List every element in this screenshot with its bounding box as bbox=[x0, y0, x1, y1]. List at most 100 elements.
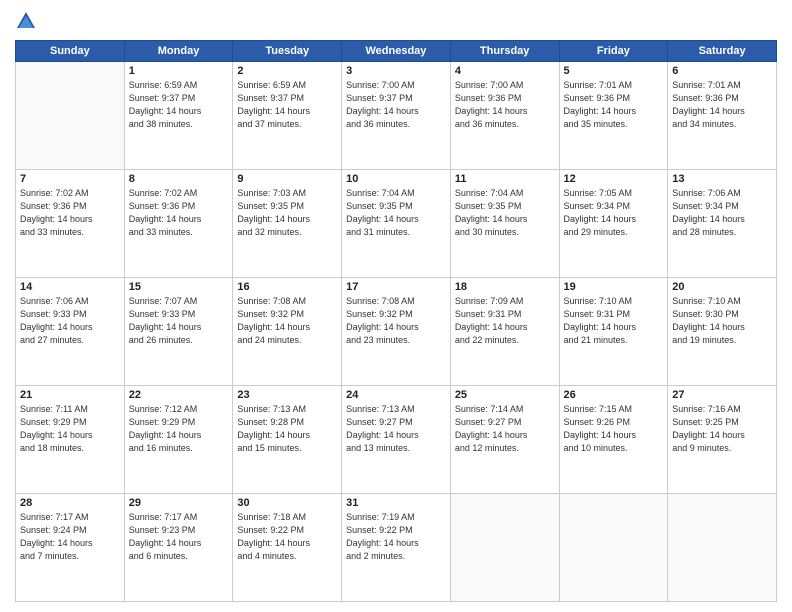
day-info: Sunrise: 7:02 AM Sunset: 9:36 PM Dayligh… bbox=[20, 187, 120, 239]
logo bbox=[15, 10, 39, 32]
day-info: Sunrise: 7:02 AM Sunset: 9:36 PM Dayligh… bbox=[129, 187, 229, 239]
day-info: Sunrise: 7:15 AM Sunset: 9:26 PM Dayligh… bbox=[564, 403, 664, 455]
day-number: 5 bbox=[564, 65, 664, 77]
week-row-1: 1Sunrise: 6:59 AM Sunset: 9:37 PM Daylig… bbox=[16, 62, 777, 170]
day-info: Sunrise: 7:06 AM Sunset: 9:33 PM Dayligh… bbox=[20, 295, 120, 347]
day-info: Sunrise: 7:18 AM Sunset: 9:22 PM Dayligh… bbox=[237, 511, 337, 563]
calendar-cell: 21 Sunrise: 7:11 AM Sunset: 9:29 PM Dayli… bbox=[16, 386, 125, 494]
week-row-3: 14 Sunrise: 7:06 AM Sunset: 9:33 PM Dayli… bbox=[16, 278, 777, 386]
calendar-cell: 8 Sunrise: 7:02 AM Sunset: 9:36 PM Daylig… bbox=[124, 170, 233, 278]
day-number: 4 bbox=[455, 65, 555, 77]
day-info: Sunrise: 7:04 AM Sunset: 9:35 PM Dayligh… bbox=[455, 187, 555, 239]
day-number: 26 bbox=[564, 389, 664, 401]
calendar-cell: 4 Sunrise: 7:00 AM Sunset: 9:36 PM Daylig… bbox=[450, 62, 559, 170]
calendar-cell: 18 Sunrise: 7:09 AM Sunset: 9:31 PM Dayli… bbox=[450, 278, 559, 386]
day-number: 27 bbox=[672, 389, 772, 401]
day-number: 6 bbox=[672, 65, 772, 77]
calendar-cell: 12 Sunrise: 7:05 AM Sunset: 9:34 PM Dayli… bbox=[559, 170, 668, 278]
calendar-cell: 17Sunrise: 7:08 AM Sunset: 9:32 PM Dayli… bbox=[342, 278, 451, 386]
header bbox=[15, 10, 777, 32]
day-number: 10 bbox=[346, 173, 446, 185]
day-info: Sunrise: 7:07 AM Sunset: 9:33 PM Dayligh… bbox=[129, 295, 229, 347]
calendar-cell: 19 Sunrise: 7:10 AM Sunset: 9:31 PM Dayli… bbox=[559, 278, 668, 386]
calendar-cell: 16 Sunrise: 7:08 AM Sunset: 9:32 PM Dayli… bbox=[233, 278, 342, 386]
calendar-cell bbox=[559, 494, 668, 602]
day-info: Sunrise: 7:13 AM Sunset: 9:28 PM Dayligh… bbox=[237, 403, 337, 455]
calendar-cell bbox=[668, 494, 777, 602]
day-info: Sunrise: 7:08 AM Sunset: 9:32 PM Dayligh… bbox=[346, 295, 446, 347]
day-header-monday: Monday bbox=[124, 41, 233, 62]
calendar-cell: 13 Sunrise: 7:06 AM Sunset: 9:34 PM Dayli… bbox=[668, 170, 777, 278]
day-info: Sunrise: 7:00 AM Sunset: 9:37 PM Dayligh… bbox=[346, 79, 446, 131]
calendar-cell: 15 Sunrise: 7:07 AM Sunset: 9:33 PM Dayli… bbox=[124, 278, 233, 386]
calendar-cell: 1Sunrise: 6:59 AM Sunset: 9:37 PM Daylig… bbox=[124, 62, 233, 170]
calendar-cell: 10 Sunrise: 7:04 AM Sunset: 9:35 PM Dayli… bbox=[342, 170, 451, 278]
week-row-5: 28 Sunrise: 7:17 AM Sunset: 9:24 PM Dayli… bbox=[16, 494, 777, 602]
day-info: Sunrise: 7:04 AM Sunset: 9:35 PM Dayligh… bbox=[346, 187, 446, 239]
day-info: Sunrise: 6:59 AM Sunset: 9:37 PM Dayligh… bbox=[237, 79, 337, 131]
day-info: Sunrise: 7:16 AM Sunset: 9:25 PM Dayligh… bbox=[672, 403, 772, 455]
day-info: Sunrise: 7:17 AM Sunset: 9:23 PM Dayligh… bbox=[129, 511, 229, 563]
day-number: 28 bbox=[20, 497, 120, 509]
day-info: Sunrise: 7:00 AM Sunset: 9:36 PM Dayligh… bbox=[455, 79, 555, 131]
day-number: 22 bbox=[129, 389, 229, 401]
calendar-cell: 14 Sunrise: 7:06 AM Sunset: 9:33 PM Dayli… bbox=[16, 278, 125, 386]
day-number: 21 bbox=[20, 389, 120, 401]
day-number: 7 bbox=[20, 173, 120, 185]
calendar-cell: 20Sunrise: 7:10 AM Sunset: 9:30 PM Dayli… bbox=[668, 278, 777, 386]
calendar-cell: 27 Sunrise: 7:16 AM Sunset: 9:25 PM Dayli… bbox=[668, 386, 777, 494]
week-row-2: 7 Sunrise: 7:02 AM Sunset: 9:36 PM Daylig… bbox=[16, 170, 777, 278]
calendar-cell: 25Sunrise: 7:14 AM Sunset: 9:27 PM Dayli… bbox=[450, 386, 559, 494]
day-header-friday: Friday bbox=[559, 41, 668, 62]
calendar-cell: 26 Sunrise: 7:15 AM Sunset: 9:26 PM Dayli… bbox=[559, 386, 668, 494]
day-number: 13 bbox=[672, 173, 772, 185]
calendar-cell: 23 Sunrise: 7:13 AM Sunset: 9:28 PM Dayli… bbox=[233, 386, 342, 494]
day-header-saturday: Saturday bbox=[668, 41, 777, 62]
day-info: Sunrise: 7:09 AM Sunset: 9:31 PM Dayligh… bbox=[455, 295, 555, 347]
calendar-cell: 5 Sunrise: 7:01 AM Sunset: 9:36 PM Daylig… bbox=[559, 62, 668, 170]
day-number: 29 bbox=[129, 497, 229, 509]
calendar-cell: 30Sunrise: 7:18 AM Sunset: 9:22 PM Dayli… bbox=[233, 494, 342, 602]
day-info: Sunrise: 7:11 AM Sunset: 9:29 PM Dayligh… bbox=[20, 403, 120, 455]
calendar-cell: 22 Sunrise: 7:12 AM Sunset: 9:29 PM Dayli… bbox=[124, 386, 233, 494]
calendar-cell: 29 Sunrise: 7:17 AM Sunset: 9:23 PM Dayli… bbox=[124, 494, 233, 602]
day-number: 18 bbox=[455, 281, 555, 293]
day-info: Sunrise: 7:03 AM Sunset: 9:35 PM Dayligh… bbox=[237, 187, 337, 239]
day-number: 15 bbox=[129, 281, 229, 293]
calendar-cell: 11 Sunrise: 7:04 AM Sunset: 9:35 PM Dayli… bbox=[450, 170, 559, 278]
page: SundayMondayTuesdayWednesdayThursdayFrid… bbox=[0, 0, 792, 612]
day-number: 8 bbox=[129, 173, 229, 185]
day-number: 3 bbox=[346, 65, 446, 77]
calendar-cell: 28 Sunrise: 7:17 AM Sunset: 9:24 PM Dayli… bbox=[16, 494, 125, 602]
day-number: 24 bbox=[346, 389, 446, 401]
day-info: Sunrise: 7:08 AM Sunset: 9:32 PM Dayligh… bbox=[237, 295, 337, 347]
calendar-cell bbox=[16, 62, 125, 170]
day-info: Sunrise: 7:12 AM Sunset: 9:29 PM Dayligh… bbox=[129, 403, 229, 455]
logo-icon bbox=[15, 10, 37, 32]
day-info: Sunrise: 7:01 AM Sunset: 9:36 PM Dayligh… bbox=[564, 79, 664, 131]
day-number: 11 bbox=[455, 173, 555, 185]
calendar-header-row: SundayMondayTuesdayWednesdayThursdayFrid… bbox=[16, 41, 777, 62]
day-info: Sunrise: 7:10 AM Sunset: 9:30 PM Dayligh… bbox=[672, 295, 772, 347]
calendar-cell: 24Sunrise: 7:13 AM Sunset: 9:27 PM Dayli… bbox=[342, 386, 451, 494]
day-info: Sunrise: 7:19 AM Sunset: 9:22 PM Dayligh… bbox=[346, 511, 446, 563]
day-info: Sunrise: 7:10 AM Sunset: 9:31 PM Dayligh… bbox=[564, 295, 664, 347]
calendar-cell: 3 Sunrise: 7:00 AM Sunset: 9:37 PM Daylig… bbox=[342, 62, 451, 170]
day-info: Sunrise: 7:01 AM Sunset: 9:36 PM Dayligh… bbox=[672, 79, 772, 131]
day-info: Sunrise: 7:06 AM Sunset: 9:34 PM Dayligh… bbox=[672, 187, 772, 239]
week-row-4: 21 Sunrise: 7:11 AM Sunset: 9:29 PM Dayli… bbox=[16, 386, 777, 494]
day-number: 16 bbox=[237, 281, 337, 293]
day-info: Sunrise: 7:05 AM Sunset: 9:34 PM Dayligh… bbox=[564, 187, 664, 239]
day-info: Sunrise: 7:17 AM Sunset: 9:24 PM Dayligh… bbox=[20, 511, 120, 563]
day-header-wednesday: Wednesday bbox=[342, 41, 451, 62]
day-header-tuesday: Tuesday bbox=[233, 41, 342, 62]
day-number: 25 bbox=[455, 389, 555, 401]
calendar-cell: 9Sunrise: 7:03 AM Sunset: 9:35 PM Daylig… bbox=[233, 170, 342, 278]
day-number: 19 bbox=[564, 281, 664, 293]
calendar-cell: 2Sunrise: 6:59 AM Sunset: 9:37 PM Daylig… bbox=[233, 62, 342, 170]
day-number: 12 bbox=[564, 173, 664, 185]
calendar-cell: 6 Sunrise: 7:01 AM Sunset: 9:36 PM Daylig… bbox=[668, 62, 777, 170]
day-number: 23 bbox=[237, 389, 337, 401]
day-number: 14 bbox=[20, 281, 120, 293]
calendar-table: SundayMondayTuesdayWednesdayThursdayFrid… bbox=[15, 40, 777, 602]
